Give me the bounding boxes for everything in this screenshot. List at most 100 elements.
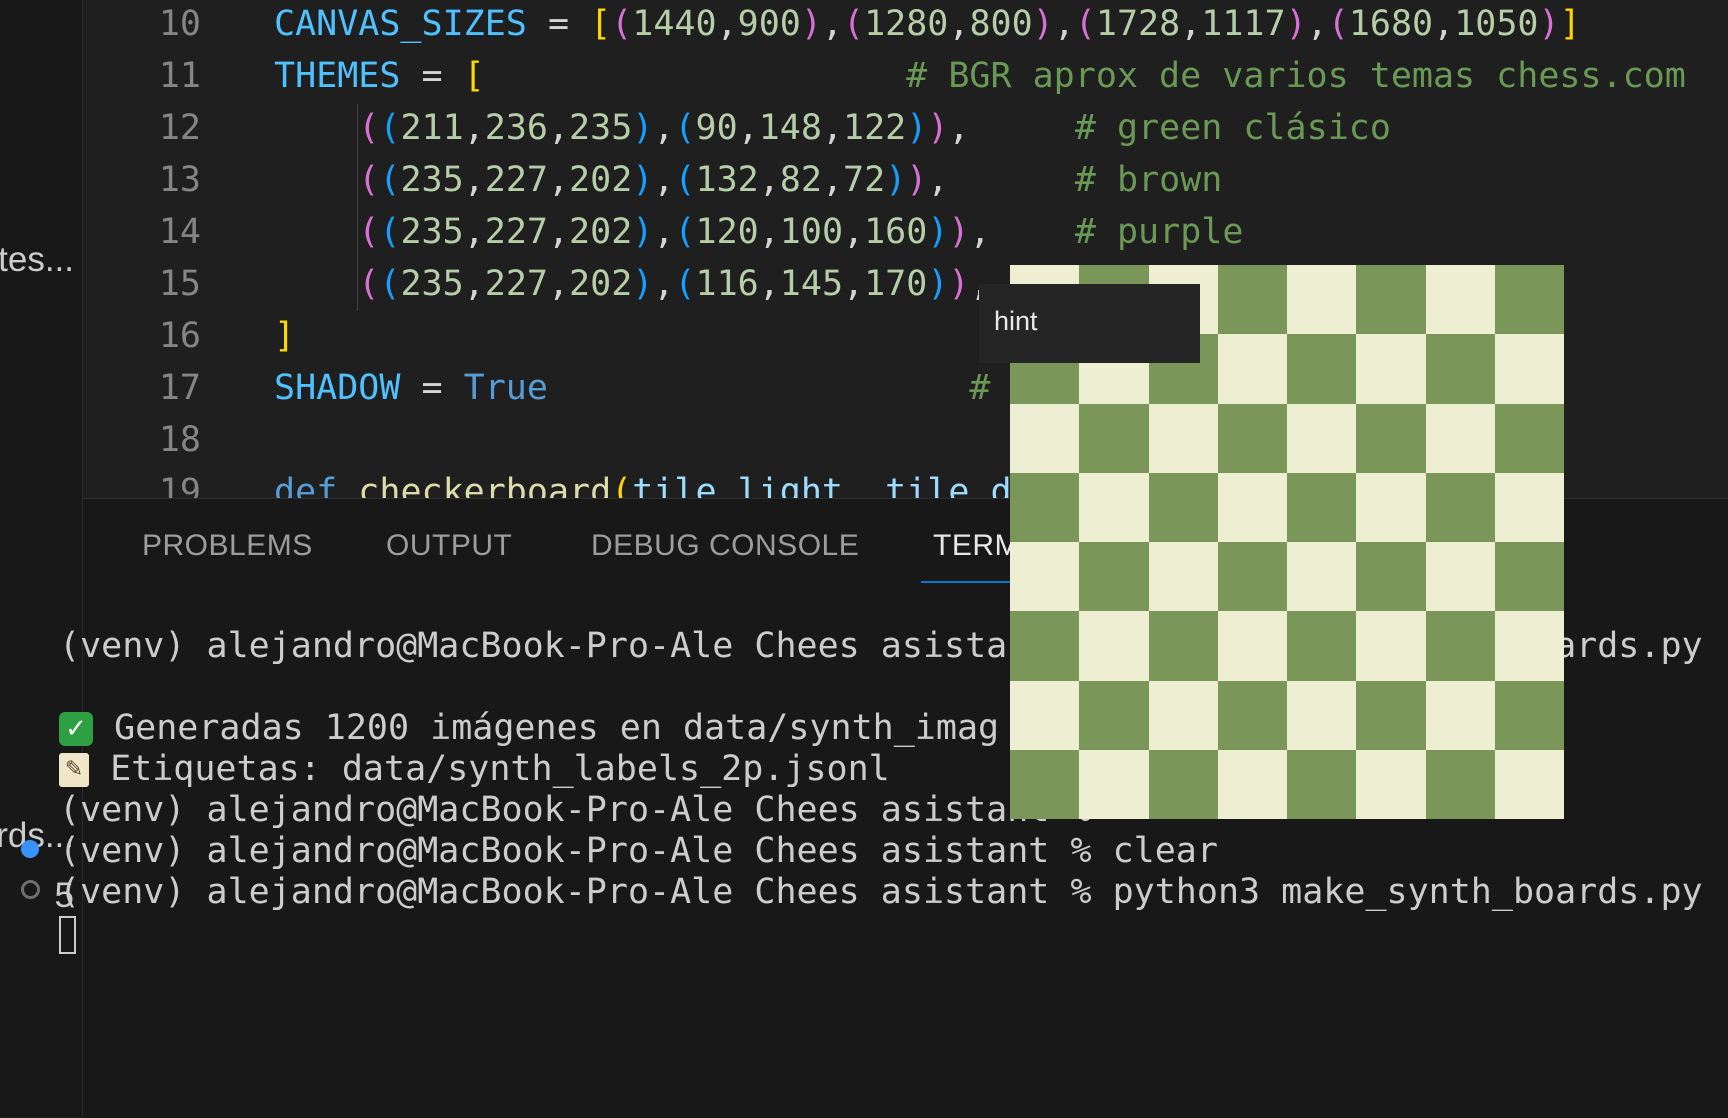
code-token: 120 [695,212,759,252]
code-token: 227 [484,212,548,252]
line-number: 17 [158,368,201,408]
code-token: , [821,108,844,148]
code-token: , [547,212,570,252]
code-token: # purple [990,212,1244,252]
code-text: ((211,236,235),(90,148,122)), # green cl… [274,102,1391,154]
code-token: , [842,472,886,498]
line-number: 15 [158,264,201,304]
code-token: ) [632,160,654,200]
board-square-dark [1287,334,1357,404]
board-square-light [1356,334,1426,404]
board-square-dark [1425,472,1495,542]
terminal-line: (venv) alejandro@MacBook-Pro-Ale Chees a… [59,831,1218,871]
code-token: ( [611,472,633,498]
code-text: ((235,227,202),(120,100,160)), # purple [274,206,1243,258]
code-token: # sc [547,368,1054,408]
board-square-light [1425,542,1495,612]
tab-output[interactable]: OUTPUT [386,529,512,563]
board-square-dark [1494,680,1564,750]
code-token: , [1306,4,1328,44]
code-token: , [843,264,865,304]
code-token: , [948,108,970,148]
board-square-light [1425,265,1495,335]
code-token: ( [379,108,401,148]
code-token: , [463,108,485,148]
code-token: , [969,212,991,252]
board-square-light [1010,403,1080,473]
code-token: 148 [758,108,822,148]
command-pending-icon[interactable] [21,880,40,899]
code-token: 90 [695,108,738,148]
command-success-icon[interactable] [21,840,39,858]
board-square-light [1079,472,1149,542]
code-token: , [463,160,485,200]
board-square-light [1287,680,1357,750]
line-number: 18 [158,420,201,460]
board-square-light [1148,542,1218,612]
board-square-light [1494,334,1564,404]
board-square-dark [1148,749,1218,819]
code-token: , [653,160,675,200]
code-token: 1280 [864,4,949,44]
code-token: ) [906,108,928,148]
board-square-dark [1079,542,1149,612]
terminal-cursor [59,916,76,954]
memo-icon: ✎ [59,753,89,787]
board-square-light [1148,680,1218,750]
terminal-line-labels: ✎ Etiquetas: data/synth_labels_2p.jsonl [59,749,890,789]
line-number: 16 [158,316,201,356]
board-square-light [1010,680,1080,750]
line-number: 14 [158,212,201,252]
code-token: 132 [695,160,759,200]
sidebar-item-file-1[interactable]: tes... [0,240,74,280]
board-square-light [1217,334,1287,404]
code-line[interactable]: 13 ((235,227,202),(132,82,72)), # brown [83,154,1728,206]
code-token: , [843,212,865,252]
code-line[interactable]: 14 ((235,227,202),(120,100,160)), # purp… [83,206,1728,258]
code-token: ( [1327,4,1349,44]
board-square-light [1287,403,1357,473]
board-square-light [1217,749,1287,819]
code-token: ) [948,264,970,304]
code-token: ) [1538,4,1560,44]
code-line[interactable]: 11 THEMES = [ # BGR aprox de varios temas… [83,50,1728,102]
code-token: , [758,160,780,200]
board-square-dark [1494,403,1564,473]
terminal-line: (venv) alejandro@MacBook-Pro-Ale Chees a… [59,790,1113,830]
code-token: 170 [864,264,928,304]
code-token: ( [379,212,401,252]
board-square-light [1217,611,1287,681]
code-token: # brown [948,160,1223,200]
code-token: 116 [695,264,759,304]
code-token: ) [632,212,654,252]
code-token: , [948,4,970,44]
line-number: 10 [158,4,201,44]
code-token: 1680 [1348,4,1434,44]
board-square-light [1494,611,1564,681]
code-token: , [547,160,570,200]
tab-problems[interactable]: PROBLEMS [142,529,313,563]
board-square-light [1079,749,1149,819]
code-line[interactable]: 12 ((211,236,235),(90,148,122)), # green… [83,102,1728,154]
code-token: ( [358,160,380,200]
code-token: ( [611,4,633,44]
board-square-light [1010,542,1080,612]
tab-debug-console[interactable]: DEBUG CONSOLE [591,529,859,563]
line-number: 11 [158,56,201,96]
code-token: , [737,108,759,148]
board-square-dark [1356,680,1426,750]
code-token: 1117 [1201,4,1286,44]
code-token: 202 [569,160,633,200]
code-line[interactable]: 10 CANVAS_SIZES = [(1440,900),(1280,800),… [83,0,1728,50]
code-token: ( [1074,4,1096,44]
board-square-light [1356,749,1426,819]
board-square-dark [1217,680,1287,750]
code-token: 800 [969,4,1033,44]
code-token: 145 [779,264,844,304]
board-square-light [1287,542,1357,612]
board-square-light [1287,265,1357,335]
board-square-dark [1148,472,1218,542]
board-square-dark [1010,611,1080,681]
